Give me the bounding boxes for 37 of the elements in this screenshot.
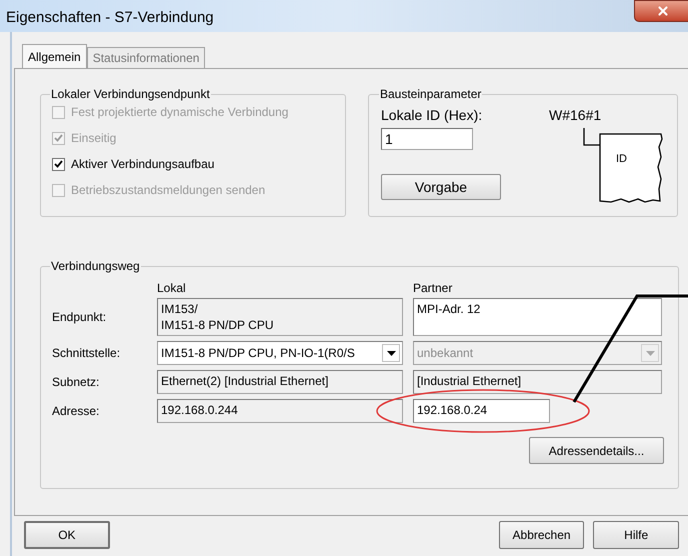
text-field[interactable]: 192.168.0.24: [413, 399, 550, 423]
dialog-button[interactable]: Hilfe: [593, 521, 679, 549]
dialog-button[interactable]: Abbrechen: [498, 521, 584, 549]
row-label: Schnittstelle:: [52, 345, 122, 362]
close-button[interactable]: [634, 0, 688, 22]
column-header: Partner: [413, 280, 452, 297]
row-label: Subnetz:: [52, 374, 100, 391]
text-field[interactable]: MPI-Adr. 12: [413, 298, 662, 336]
group-title: Bausteinparameter: [379, 86, 482, 103]
dialog-button[interactable]: OK: [24, 521, 110, 549]
checkbox-label: Aktiver Verbindungsaufbau: [71, 156, 214, 173]
close-icon: [656, 4, 670, 18]
id-value: W#16#1: [549, 106, 602, 125]
row-label: Adresse:: [52, 403, 100, 420]
text-field[interactable]: 192.168.0.244: [157, 399, 403, 423]
input-field[interactable]: 1: [381, 128, 473, 150]
default-button[interactable]: Vorgabe: [381, 174, 501, 200]
group-title: Lokaler Verbindungsendpunkt: [50, 86, 211, 103]
column-header: Lokal: [157, 280, 187, 297]
window-title: Eigenschaften - S7-Verbindung: [5, 8, 214, 28]
checkbox-label: Betriebszustandsmeldungen senden: [71, 182, 266, 199]
checkmark-icon: [54, 134, 63, 142]
checkbox-label: Fest projektierte dynamische Verbindung: [71, 104, 288, 121]
group-title: Verbindungsweg: [50, 258, 141, 275]
dropdown-field[interactable]: IM151-8 PN/DP CPU, PN-IO-1(R0/S: [157, 341, 403, 365]
text-field[interactable]: Ethernet(2) [Industrial Ethernet]: [157, 370, 403, 394]
field-label: Lokale ID (Hex):: [381, 106, 484, 125]
text-field[interactable]: [Industrial Ethernet]: [413, 370, 662, 394]
address-details-button[interactable]: Adressendetails...: [529, 437, 664, 464]
pin-label: ID: [616, 152, 627, 167]
tab[interactable]: Statusinformationen: [86, 47, 206, 68]
tab[interactable]: Allgemein: [22, 44, 87, 68]
row-label: Endpunkt:: [52, 309, 108, 326]
checkmark-icon: [54, 160, 63, 168]
text-field[interactable]: IM153/ IM151-8 PN/DP CPU: [157, 298, 403, 336]
checkbox-label: Einseitig: [71, 130, 116, 147]
checkbox[interactable]: [52, 158, 65, 170]
